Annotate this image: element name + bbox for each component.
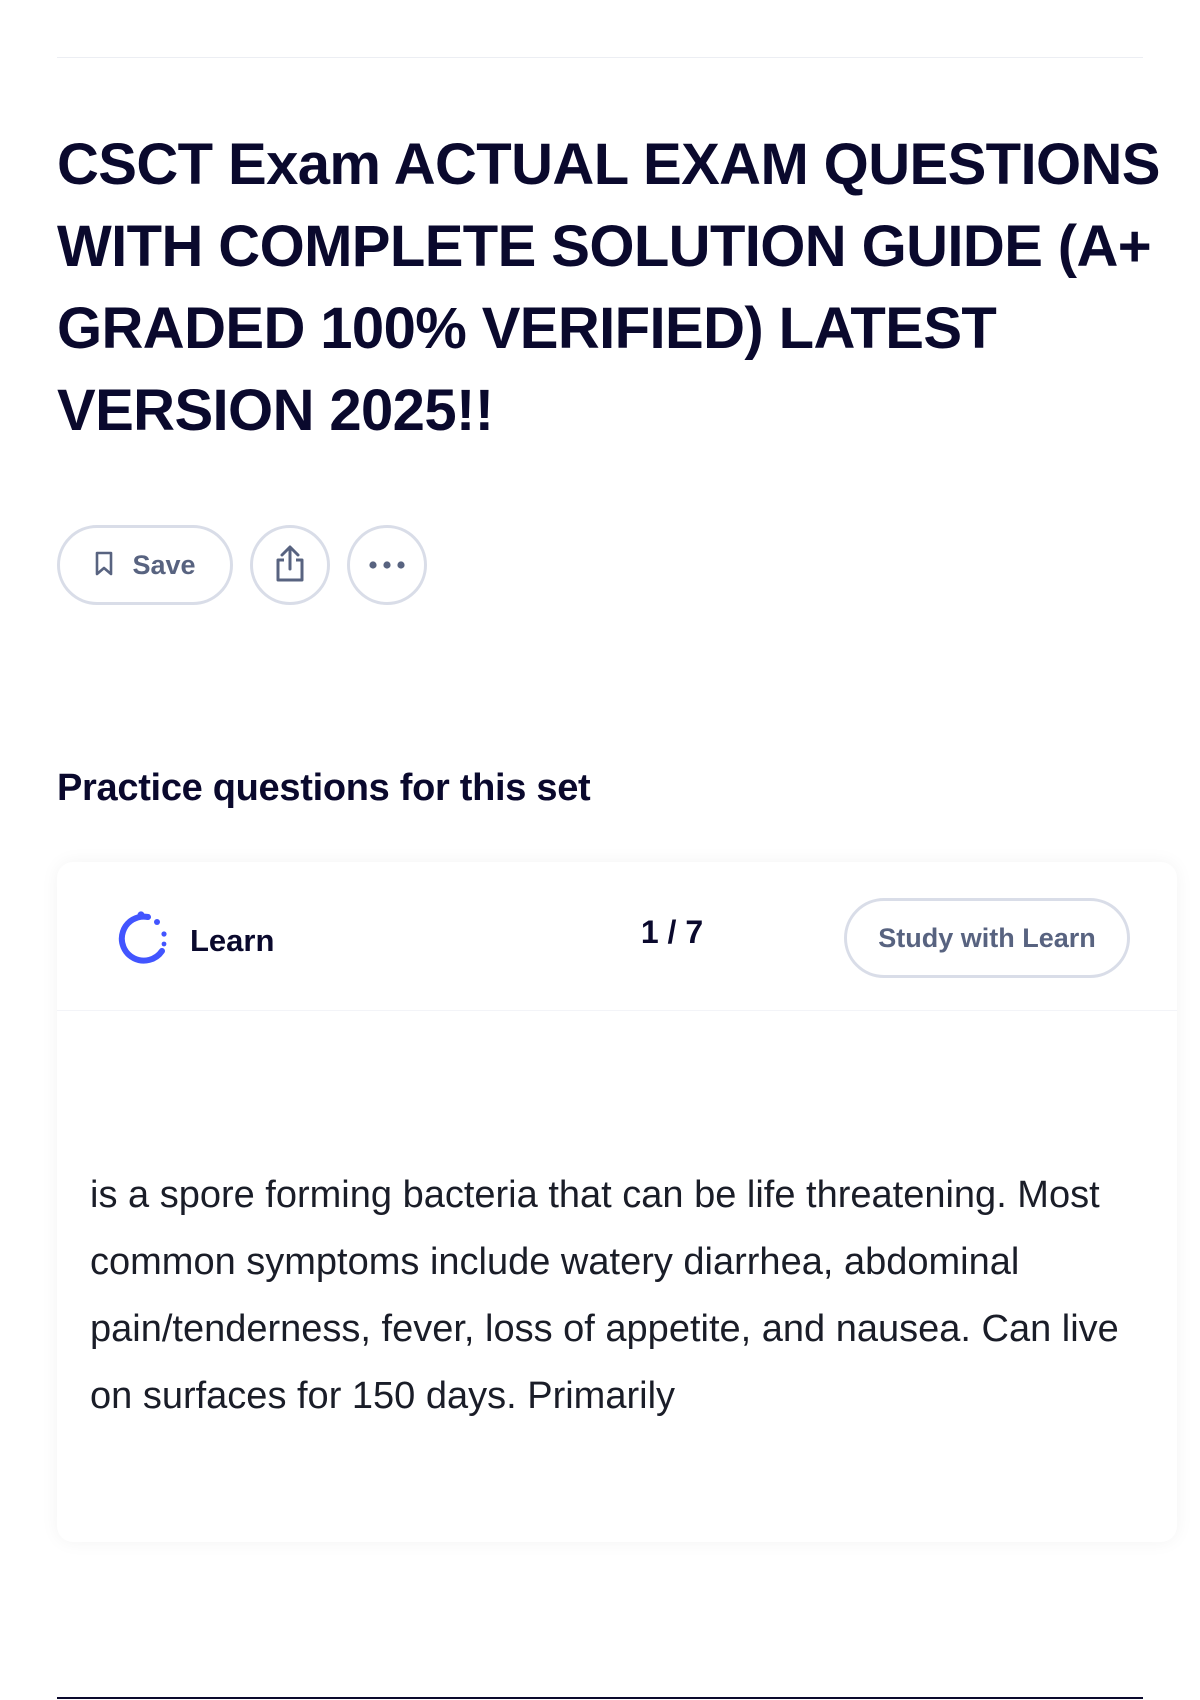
share-button[interactable] xyxy=(250,525,330,605)
practice-card-header: Learn 1 / 7 Study with Learn xyxy=(57,862,1177,1011)
set-actions-toolbar: Save xyxy=(57,524,427,606)
practice-card-body: is a spore forming bacteria that can be … xyxy=(57,1010,1177,1542)
learn-spinner-icon xyxy=(112,909,170,972)
practice-section-heading: Practice questions for this set xyxy=(57,767,591,809)
top-divider xyxy=(57,57,1143,58)
page-title: CSCT Exam ACTUAL EXAM QUESTIONS WITH COM… xyxy=(57,132,1160,443)
question-progress: 1 / 7 xyxy=(640,914,704,950)
save-button[interactable]: Save xyxy=(57,525,233,605)
share-icon xyxy=(272,544,308,587)
bookmark-icon xyxy=(94,551,114,580)
study-with-learn-button[interactable]: Study with Learn xyxy=(844,898,1130,978)
bottom-divider xyxy=(57,1697,1143,1699)
save-label: Save xyxy=(132,549,196,580)
more-dots-icon xyxy=(367,558,407,573)
practice-question-card: Learn 1 / 7 Study with Learn is a spore … xyxy=(57,862,1177,1542)
question-text: is a spore forming bacteria that can be … xyxy=(90,1174,1119,1417)
learn-mode-label: Learn xyxy=(190,922,275,958)
learn-mode-indicator: Learn xyxy=(112,909,274,972)
more-options-button[interactable] xyxy=(347,525,427,605)
